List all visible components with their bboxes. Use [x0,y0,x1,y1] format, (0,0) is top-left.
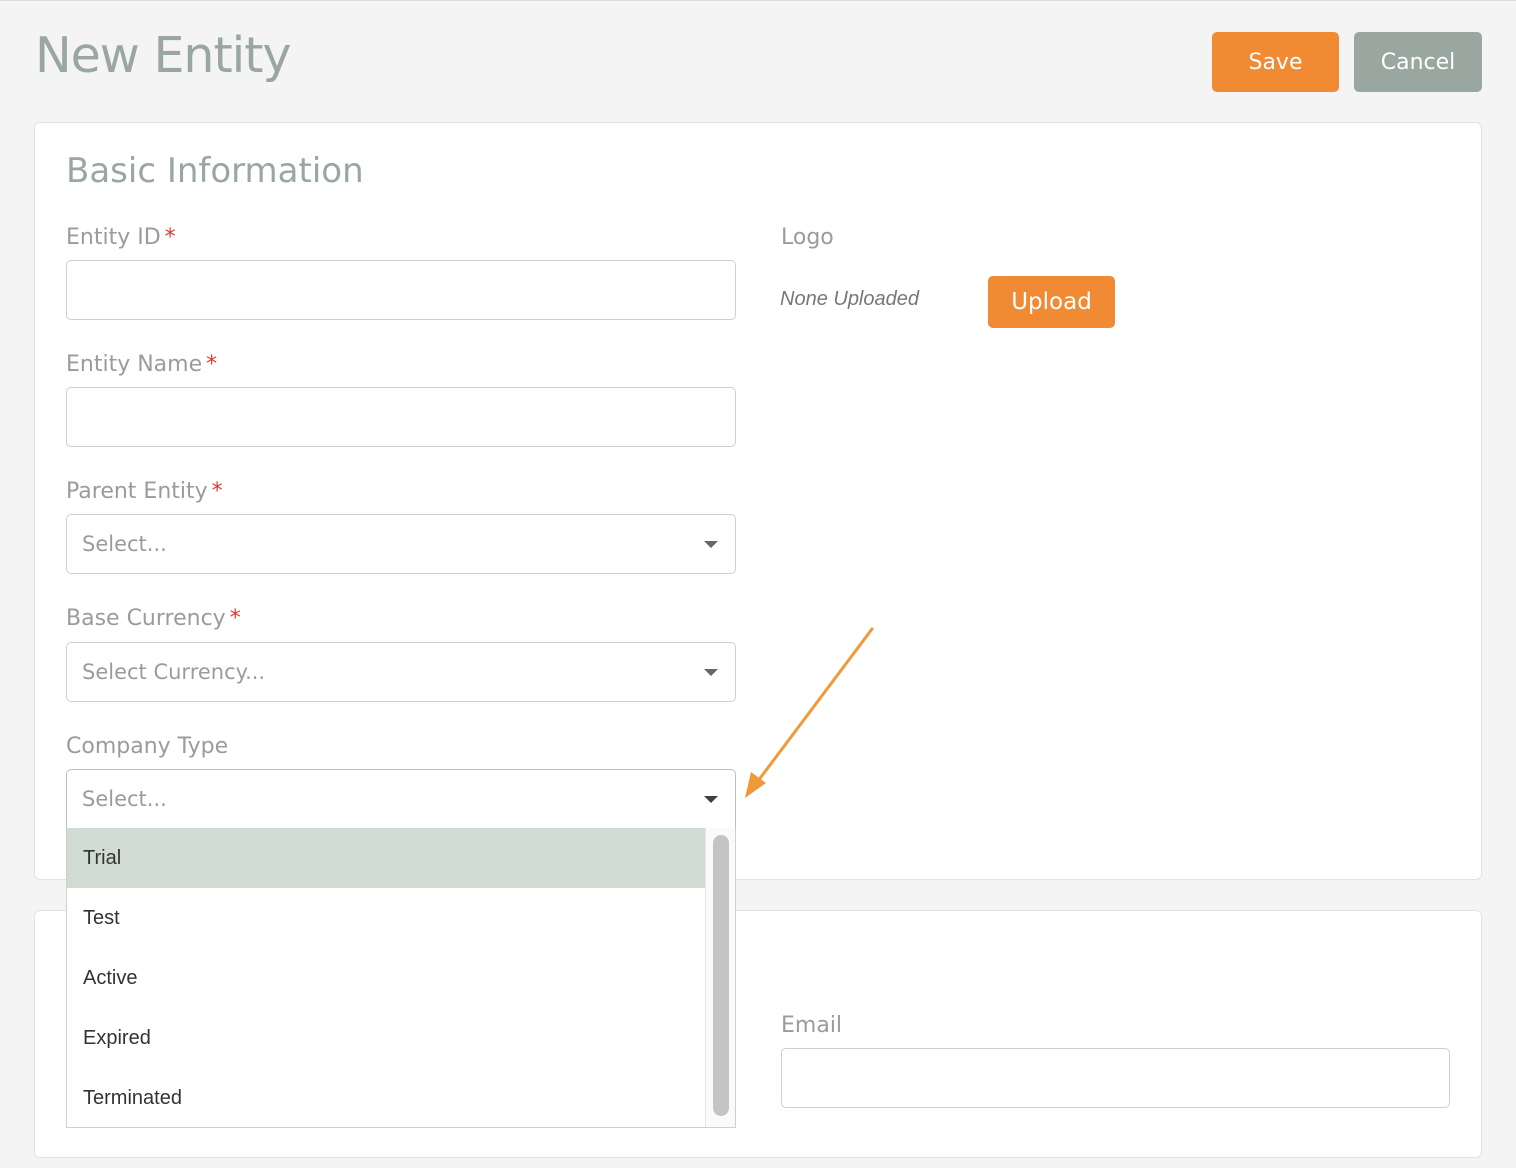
dropdown-scrollbar[interactable] [705,828,735,1127]
email-field[interactable] [781,1048,1450,1108]
dropdown-option-terminated[interactable]: Terminated [67,1068,705,1127]
chevron-down-icon [704,669,718,676]
entity-id-label: Entity ID * [66,225,176,250]
basic-information-card [34,122,1482,880]
entity-name-label-text: Entity Name [66,352,203,377]
required-mark: * [164,225,176,250]
chevron-down-icon [704,796,718,803]
parent-entity-placeholder: Select... [82,532,167,556]
company-type-label-text: Company Type [66,734,229,759]
dropdown-option-expired[interactable]: Expired [67,1008,705,1068]
dropdown-option-active[interactable]: Active [67,948,705,1008]
entity-name-label: Entity Name * [66,352,217,377]
company-type-select[interactable]: Select... [66,769,736,829]
base-currency-label: Base Currency * [66,606,241,631]
upload-button[interactable]: Upload [988,276,1115,328]
dropdown-option-trial[interactable]: Trial [67,828,705,888]
save-button[interactable]: Save [1212,32,1339,92]
base-currency-placeholder: Select Currency... [82,660,266,684]
section-title: Basic Information [66,151,364,191]
required-mark: * [229,606,241,631]
email-label: Email [781,1013,843,1038]
dropdown-option-test[interactable]: Test [67,888,705,948]
required-mark: * [206,352,218,377]
company-type-placeholder: Select... [82,787,167,811]
base-currency-select[interactable]: Select Currency... [66,642,736,702]
parent-entity-select[interactable]: Select... [66,514,736,574]
entity-name-input[interactable] [66,387,736,447]
logo-status: None Uploaded [780,288,919,310]
base-currency-label-text: Base Currency [66,606,226,631]
required-mark: * [211,479,223,504]
chevron-down-icon [704,541,718,548]
scrollbar-thumb[interactable] [713,835,729,1116]
page-title: New Entity [35,27,292,84]
cancel-button[interactable]: Cancel [1354,32,1482,92]
company-type-label: Company Type [66,734,228,759]
entity-id-input[interactable] [66,260,736,320]
logo-label: Logo [781,225,834,250]
parent-entity-label-text: Parent Entity [66,479,208,504]
parent-entity-label: Parent Entity * [66,479,223,504]
company-type-dropdown: Trial Test Active Expired Terminated [66,828,736,1128]
entity-id-label-text: Entity ID [66,225,161,250]
